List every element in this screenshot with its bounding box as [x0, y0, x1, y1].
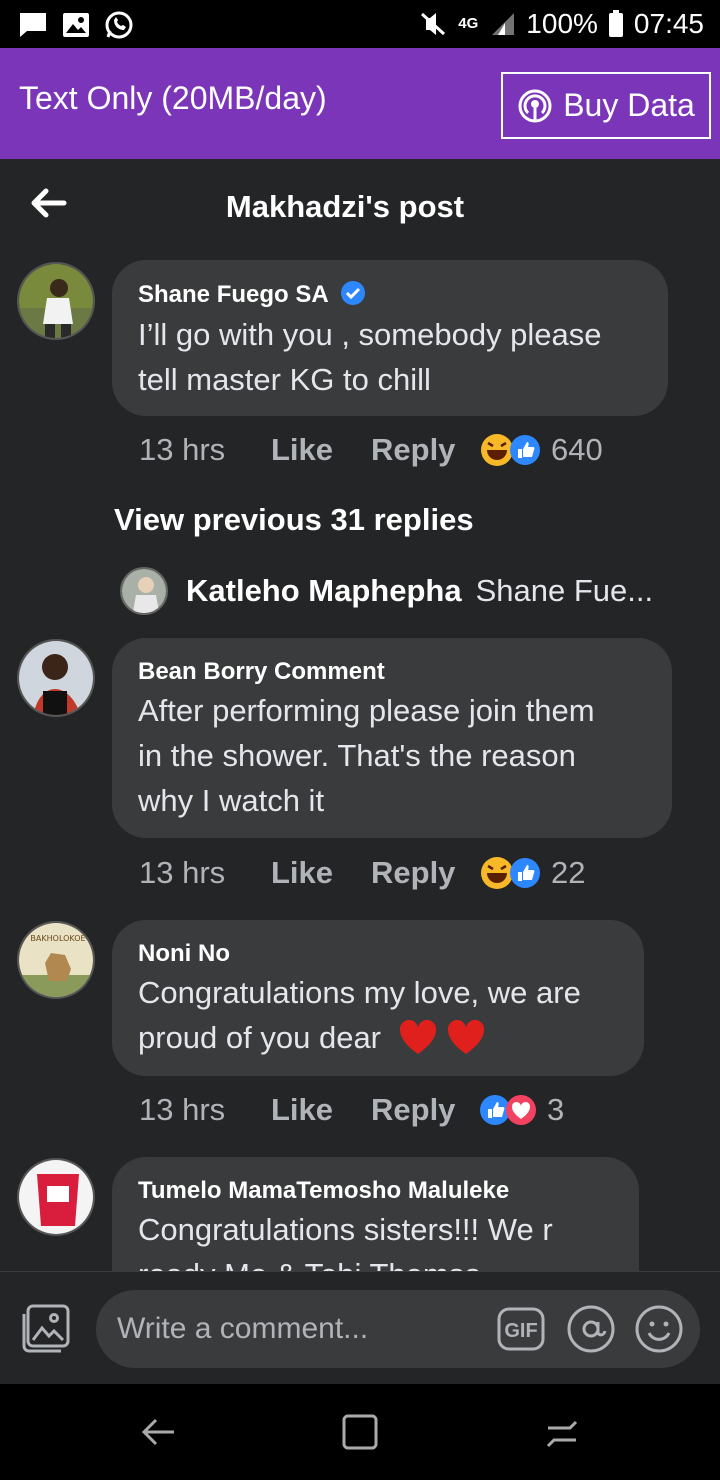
svg-text:BAKHOLOKOE: BAKHOLOKOE [30, 934, 85, 943]
comment-input[interactable]: Write a comment... GIF [96, 1290, 700, 1368]
comment-text: After performing please join them in the… [138, 693, 595, 818]
reaction-summary[interactable] [479, 855, 540, 891]
reply-button[interactable]: Reply [371, 1092, 479, 1128]
comment-author[interactable]: Bean Borry Comment [138, 658, 385, 686]
comment-time: 13 hrs [139, 432, 226, 467]
heart-emoji-icon [399, 1019, 436, 1054]
comment-text: Congratulations my love, we are proud of… [138, 975, 581, 1055]
system-nav-bar [0, 1384, 720, 1480]
emoji-icon[interactable] [634, 1304, 684, 1354]
network-type: 4G [458, 15, 479, 32]
clock: 07:45 [633, 8, 704, 39]
reply-snippet: Shane Fue... [475, 573, 654, 608]
avatar[interactable]: BAKHOLOKOE [17, 921, 95, 999]
buy-data-button[interactable]: Buy Data [501, 72, 711, 139]
avatar[interactable] [17, 262, 95, 340]
comment-bubble[interactable]: Shane Fuego SA I’ll go with you , somebo… [112, 260, 668, 416]
gif-label: GIF [504, 1320, 537, 1342]
avatar [120, 567, 168, 615]
page-title: Makhadzi's post [225, 189, 465, 224]
reply-preview[interactable]: Katleho Maphepha Shane Fue... [120, 566, 653, 616]
signal-icon [492, 13, 515, 35]
comment-placeholder: Write a comment... [117, 1312, 369, 1345]
status-bar: 4G 100% 07:45 [0, 0, 720, 48]
heart-emoji-icon [448, 1019, 485, 1054]
mention-icon[interactable] [566, 1304, 616, 1354]
comment-bubble[interactable]: Bean Borry Comment After performing plea… [112, 638, 672, 838]
view-previous-replies[interactable]: View previous 31 replies [114, 502, 474, 538]
back-nav-icon[interactable] [140, 1412, 180, 1452]
reply-author: Katleho Maphepha [186, 573, 462, 608]
photo-icon[interactable] [20, 1304, 72, 1354]
like-button[interactable]: Like [271, 1092, 371, 1128]
like-reaction-icon [510, 435, 540, 465]
message-icon [20, 13, 46, 37]
reaction-count: 22 [551, 855, 586, 890]
comment-author[interactable]: Noni No [138, 940, 230, 968]
reaction-count: 3 [547, 1092, 565, 1127]
whatsapp-icon [105, 11, 133, 39]
home-nav-icon[interactable] [340, 1412, 380, 1452]
care-reaction-icon [506, 1095, 536, 1125]
avatar[interactable] [17, 639, 95, 717]
comment-time: 13 hrs [139, 1092, 226, 1127]
verified-badge-icon [341, 281, 366, 305]
mute-icon [421, 12, 446, 36]
broadcast-icon [518, 89, 552, 122]
avatar[interactable] [17, 1158, 95, 1236]
comment-actions: 13 hrs Like Reply 22 [139, 855, 585, 891]
gif-icon[interactable]: GIF [496, 1304, 546, 1354]
comment-bubble[interactable]: Noni No Congratulations my love, we are … [112, 920, 644, 1076]
comment-author[interactable]: Tumelo MamaTemosho Maluleke [138, 1177, 509, 1205]
battery-percent: 100% [526, 8, 598, 39]
like-button[interactable]: Like [271, 432, 371, 468]
comment-time: 13 hrs [139, 855, 226, 890]
reaction-summary[interactable] [479, 432, 540, 468]
comment-actions: 13 hrs Like Reply 3 [139, 1092, 564, 1128]
buy-data-label: Buy Data [563, 87, 695, 123]
comment-text: I’ll go with you , somebody please tell … [138, 317, 602, 397]
post-header: Makhadzi's post [0, 159, 720, 255]
comment-author[interactable]: Shane Fuego SA [138, 280, 366, 309]
comment-actions: 13 hrs Like Reply 640 [139, 432, 603, 468]
reaction-summary[interactable] [479, 1094, 536, 1126]
comment-composer: Write a comment... GIF [0, 1271, 720, 1384]
banner-text: Text Only (20MB/day) [19, 80, 327, 116]
reply-button[interactable]: Reply [371, 432, 479, 468]
battery-icon [608, 10, 623, 37]
recents-nav-icon[interactable] [542, 1412, 582, 1452]
like-reaction-icon [510, 858, 540, 888]
reply-button[interactable]: Reply [371, 855, 479, 891]
like-button[interactable]: Like [271, 855, 371, 891]
reaction-count: 640 [551, 432, 603, 467]
data-plan-banner: Text Only (20MB/day) Buy Data [0, 48, 720, 159]
gallery-icon [63, 13, 89, 37]
